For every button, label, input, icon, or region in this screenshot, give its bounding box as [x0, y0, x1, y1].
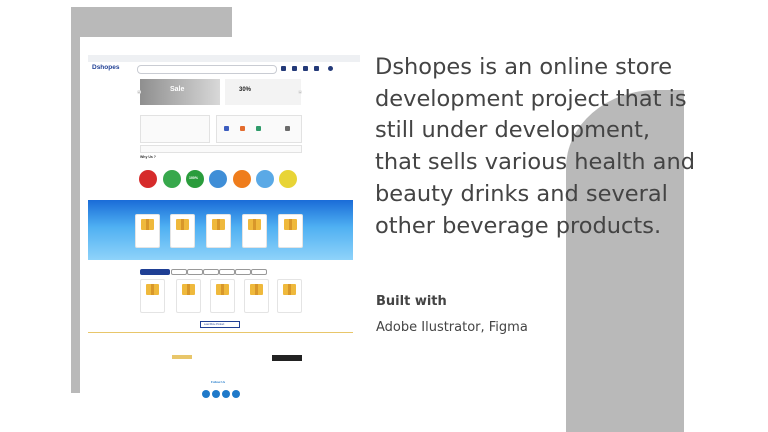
mock-follow-us: Follow Us [211, 380, 226, 384]
mock-card-icon [285, 126, 290, 131]
mock-footer-divider [88, 332, 353, 333]
mock-youtube-icon [222, 390, 230, 398]
mock-promo-card [170, 214, 195, 248]
mock-store-icon [314, 66, 319, 71]
mock-tab [203, 269, 219, 275]
mock-logo-text: Dshopes [92, 64, 120, 71]
mock-promo-card [278, 214, 303, 248]
mock-category-secure-icon [279, 170, 297, 188]
mock-water-icon [256, 126, 261, 131]
mock-tab [235, 269, 251, 275]
mock-category-leaf-icon [163, 170, 181, 188]
mock-product-card [176, 279, 201, 313]
mock-profile-icon [328, 66, 333, 71]
mock-promo-card [206, 214, 231, 248]
mock-instagram-icon [232, 390, 240, 398]
mock-tab [187, 269, 203, 275]
mock-mail-icon [303, 66, 308, 71]
mock-tab [171, 269, 187, 275]
mock-banner-next-icon: › [298, 90, 302, 94]
mock-product-box-icon [141, 219, 154, 230]
mock-product-box-icon [212, 219, 225, 230]
mock-cart-icon [281, 66, 286, 71]
mock-twitter-icon [212, 390, 220, 398]
mock-product-box-icon [176, 219, 189, 230]
mock-category-delivery-icon [233, 170, 251, 188]
mock-product-card [140, 279, 165, 313]
mock-banner-percent: 30% [239, 87, 252, 93]
built-with-tools: Adobe Ilustrator, Figma [376, 320, 528, 335]
mock-why-title: Why Us ? [140, 155, 156, 159]
built-with-heading: Built with [376, 294, 447, 309]
mock-category-plane-icon [209, 170, 227, 188]
mock-load-more-button: Load More Product [200, 321, 240, 328]
mock-product-box-icon [283, 284, 296, 295]
mock-tab [251, 269, 267, 275]
mock-product-card [210, 279, 235, 313]
mock-product-card [277, 279, 302, 313]
mock-product-box-icon [182, 284, 195, 295]
mock-phone-icon [224, 126, 229, 131]
mock-search-bar [137, 65, 277, 74]
mock-tab [219, 269, 235, 275]
mock-promo-card [135, 214, 160, 248]
mock-top-up-panel [140, 115, 210, 143]
mock-bulb-icon [240, 126, 245, 131]
mock-category-100: 100% [189, 176, 198, 180]
project-description: Dshopes is an online store development p… [375, 54, 695, 239]
mock-logo: Dshopes [92, 64, 119, 71]
mock-load-more-text: Load More Product [204, 323, 225, 326]
website-mockup: Dshopes Sale 30% ‹ › Why Us ? 100% Load [80, 37, 361, 432]
mock-product-box-icon [146, 284, 159, 295]
mock-footer-button [172, 355, 192, 359]
mock-category-support-icon [256, 170, 274, 188]
mock-banner-side: 30% [225, 79, 301, 105]
mock-banner-sale: Sale [170, 86, 185, 93]
mock-topbar [88, 55, 360, 62]
mock-facebook-icon [202, 390, 210, 398]
mock-category-heart-icon [139, 170, 157, 188]
mock-promo-card [242, 214, 267, 248]
mock-app-store-badge [272, 355, 302, 361]
mock-product-box-icon [250, 284, 263, 295]
mock-product-card [244, 279, 269, 313]
mock-banner-prev-icon: ‹ [137, 90, 141, 94]
mock-tab-recommended [140, 269, 170, 275]
mock-product-box-icon [216, 284, 229, 295]
mock-banner-main: Sale [140, 79, 220, 105]
mock-category-natural-icon: 100% [186, 170, 204, 188]
mock-bell-icon [292, 66, 297, 71]
mock-product-box-icon [248, 219, 261, 230]
mock-filter-bar [140, 145, 302, 153]
mock-product-box-icon [284, 219, 297, 230]
